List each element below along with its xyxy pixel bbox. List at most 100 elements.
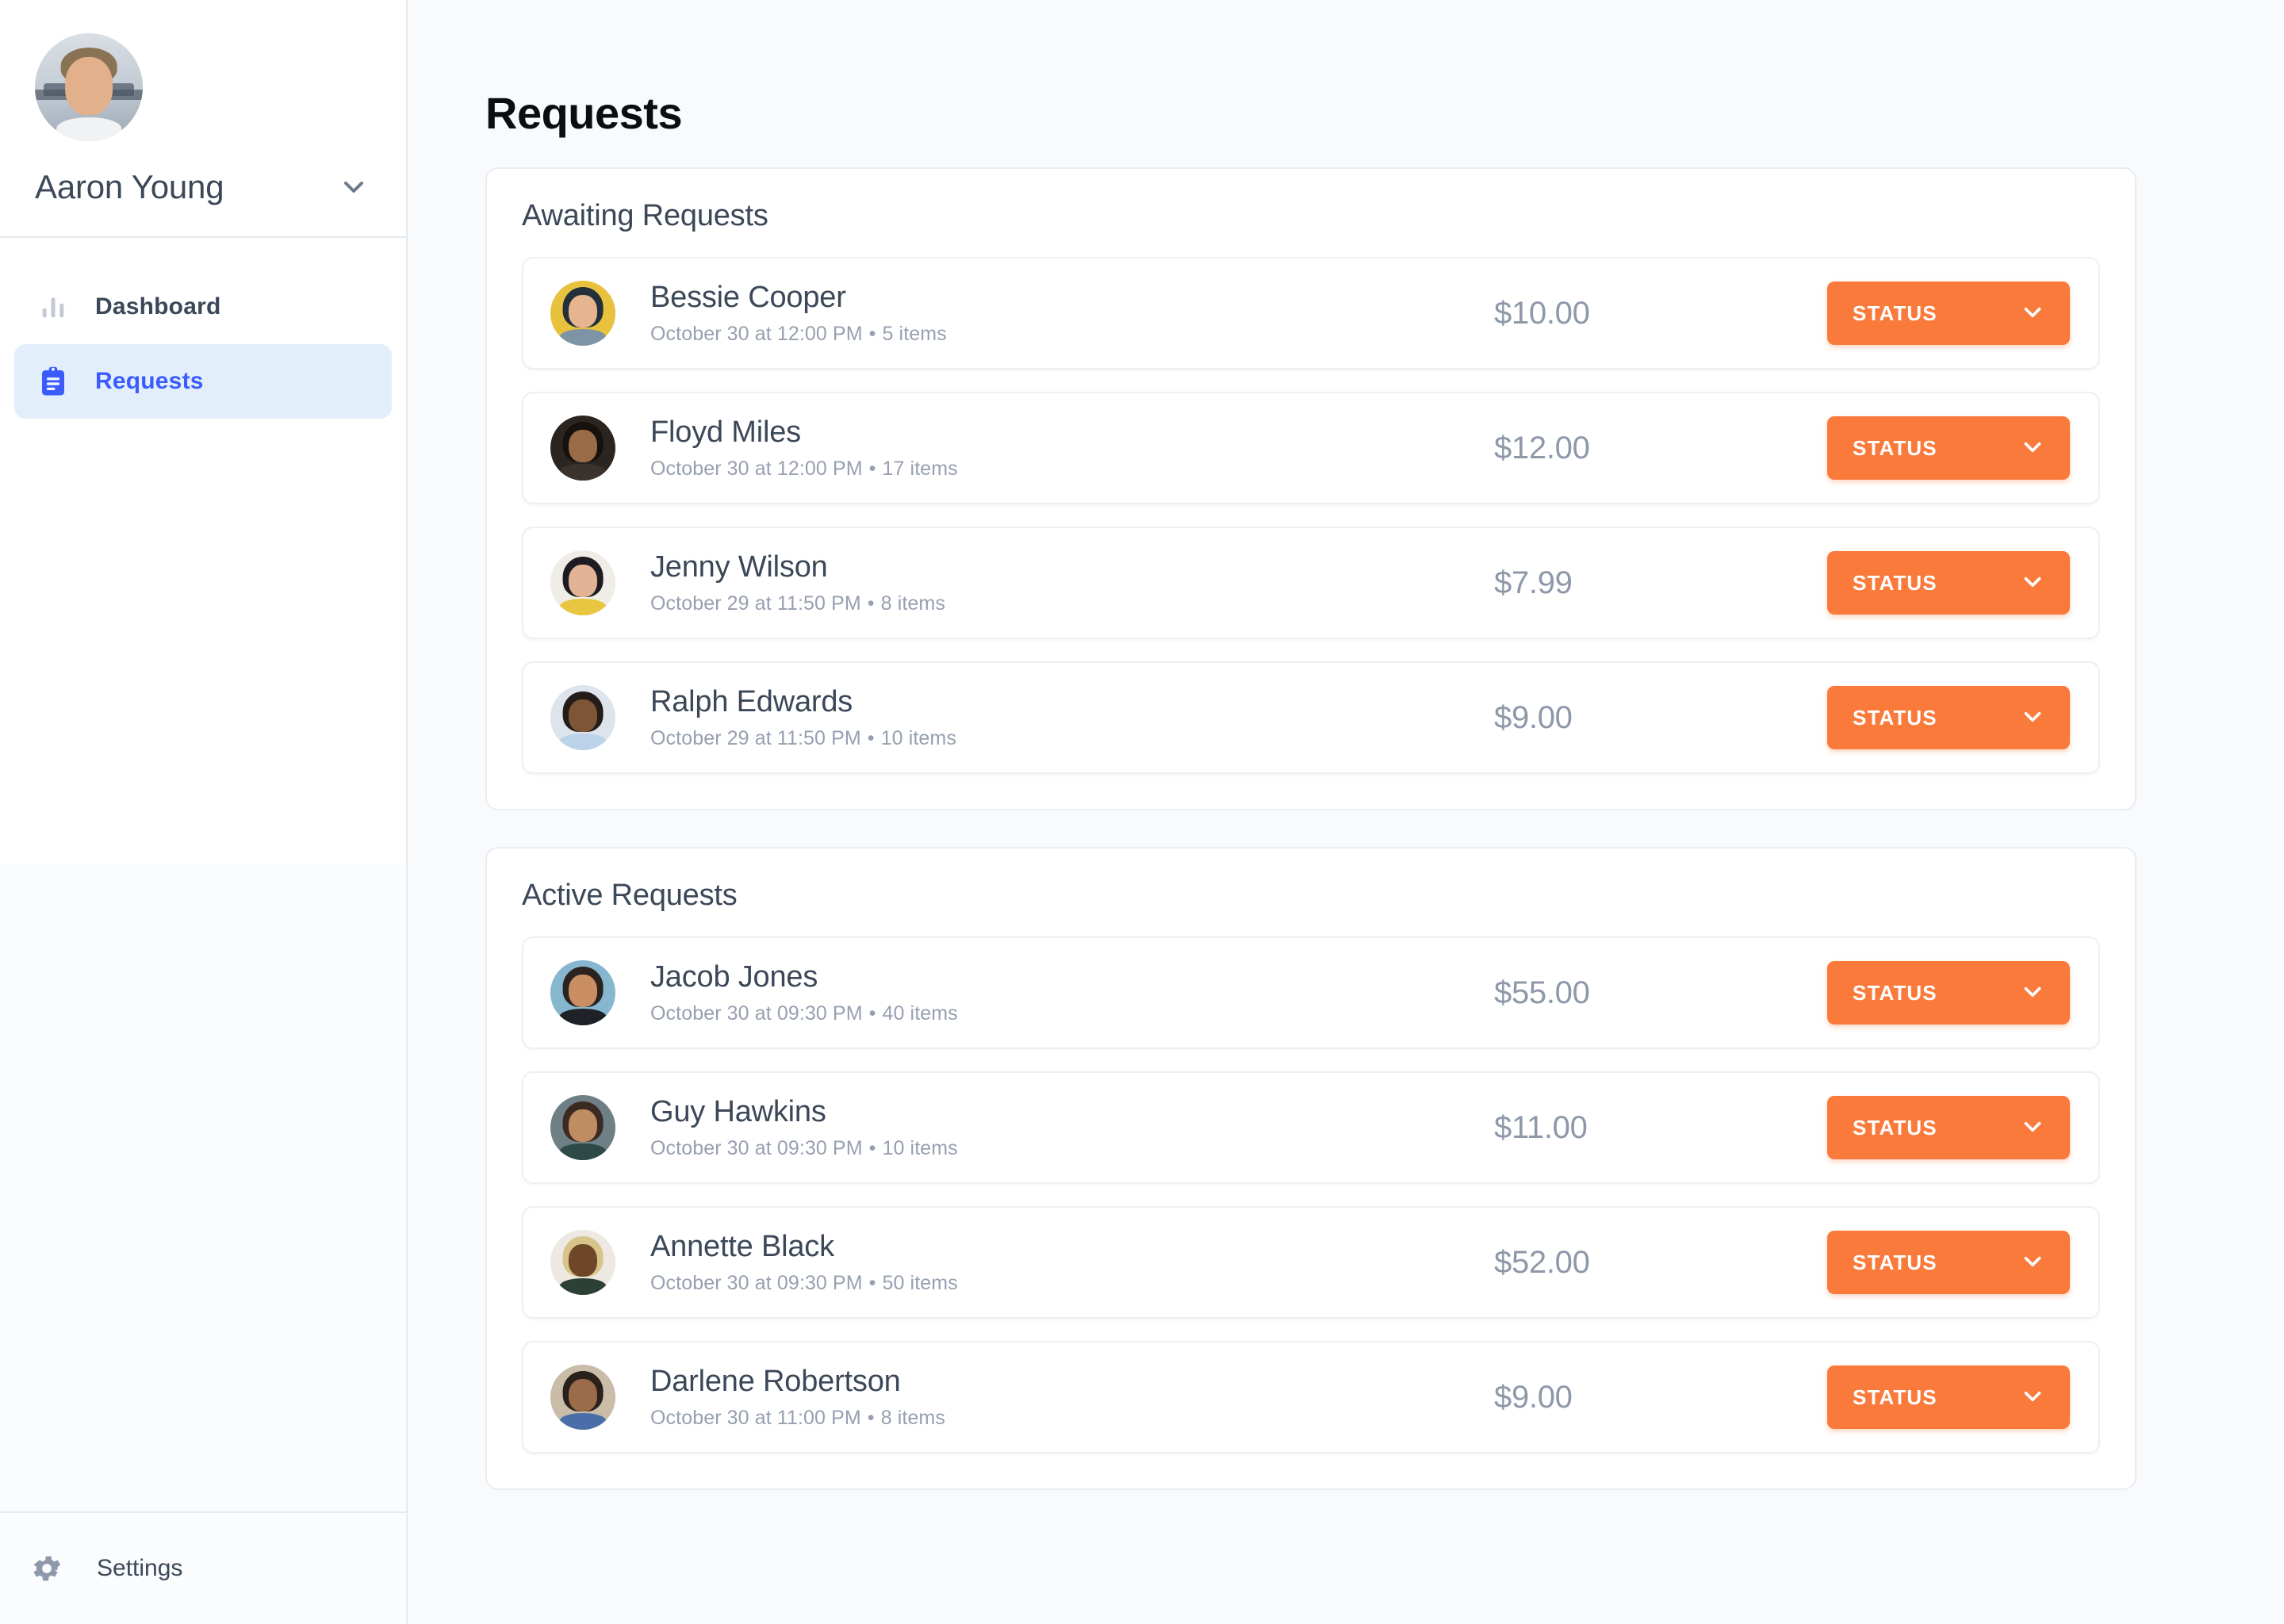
- status-button[interactable]: STATUS: [1827, 1365, 2070, 1429]
- sidebar: Aaron Young Dashboard Requests Settings: [0, 0, 408, 1624]
- request-amount: $9.00: [1494, 1379, 1573, 1415]
- request-meta: October 29 at 11:50 PM • 10 items: [650, 719, 1494, 750]
- request-row[interactable]: Jacob Jones October 30 at 09:30 PM • 40 ite…: [522, 936, 2100, 1049]
- requester-name: Ralph Edwards: [650, 684, 853, 718]
- chevron-down-icon: [2019, 1383, 2046, 1412]
- meta-separator: •: [868, 458, 876, 481]
- request-items: 8 items: [880, 592, 945, 615]
- request-meta: October 30 at 11:00 PM • 8 items: [650, 1399, 1494, 1430]
- request-info: Darlene Robertson October 30 at 11:00 PM •…: [615, 1365, 1494, 1431]
- meta-separator: •: [868, 1137, 876, 1160]
- chevron-down-icon: [2019, 979, 2046, 1008]
- request-info: Bessie Cooper October 30 at 12:00 PM • 5 it…: [615, 281, 1494, 347]
- section-card: Awaiting Requests Bessie Cooper October 30…: [485, 167, 2136, 810]
- status-button-label: STATUS: [1853, 570, 1937, 595]
- chevron-down-icon: [2019, 1113, 2046, 1143]
- meta-separator: •: [868, 1272, 876, 1295]
- request-items: 10 items: [880, 727, 956, 750]
- request-row[interactable]: Ralph Edwards October 29 at 11:50 PM • 10 i…: [522, 661, 2100, 774]
- clipboard-icon: [35, 363, 71, 400]
- meta-separator: •: [867, 1407, 875, 1430]
- request-meta: October 30 at 09:30 PM • 50 items: [650, 1264, 1494, 1295]
- status-button-label: STATUS: [1853, 1250, 1937, 1274]
- requester-name: Annette Black: [650, 1229, 834, 1263]
- status-button[interactable]: STATUS: [1827, 416, 2070, 480]
- chevron-down-icon: [2019, 569, 2046, 598]
- request-date: October 30 at 09:30 PM: [650, 1272, 863, 1295]
- meta-separator: •: [868, 323, 876, 346]
- gear-icon: [29, 1550, 65, 1587]
- avatar-art: [550, 685, 615, 750]
- requester-name: Jenny Wilson: [650, 550, 828, 584]
- user-name: Aaron Young: [35, 168, 224, 205]
- request-info: Annette Black October 30 at 09:30 PM • 50 i…: [615, 1230, 1494, 1296]
- meta-separator: •: [867, 592, 875, 615]
- request-meta: October 30 at 09:30 PM • 10 items: [650, 1129, 1494, 1160]
- requester-name: Guy Hawkins: [650, 1094, 826, 1128]
- sidebar-item-settings[interactable]: Settings: [0, 1513, 406, 1624]
- status-button[interactable]: STATUS: [1827, 1096, 2070, 1159]
- status-button-label: STATUS: [1853, 435, 1937, 460]
- status-button[interactable]: STATUS: [1827, 282, 2070, 345]
- user-menu[interactable]: Aaron Young: [35, 141, 371, 236]
- request-items: 40 items: [882, 1002, 958, 1025]
- request-date: October 29 at 11:50 PM: [650, 592, 861, 615]
- request-date: October 30 at 09:30 PM: [650, 1002, 863, 1025]
- main-content: Requests Awaiting Requests Bessie Cooper O…: [408, 0, 2284, 1624]
- sidebar-nav: Dashboard Requests: [0, 238, 406, 864]
- request-info: Ralph Edwards October 29 at 11:50 PM • 10 i…: [615, 685, 1494, 751]
- chevron-down-icon: [2019, 703, 2046, 733]
- request-info: Guy Hawkins October 30 at 09:30 PM • 10 ite…: [615, 1095, 1494, 1161]
- request-date: October 30 at 12:00 PM: [650, 458, 863, 481]
- request-meta: October 29 at 11:50 PM • 8 items: [650, 584, 1494, 615]
- settings-label: Settings: [97, 1555, 183, 1581]
- status-button-label: STATUS: [1853, 301, 1937, 325]
- avatar: [550, 1095, 615, 1160]
- request-meta: October 30 at 12:00 PM • 17 items: [650, 450, 1494, 481]
- avatar: [550, 416, 615, 481]
- avatar: [550, 1230, 615, 1295]
- request-amount: $52.00: [1494, 1244, 1590, 1280]
- avatar: [550, 550, 615, 615]
- status-button[interactable]: STATUS: [1827, 1231, 2070, 1294]
- sidebar-item-label: Requests: [95, 368, 204, 394]
- avatar-art: [550, 281, 615, 346]
- request-items: 8 items: [880, 1407, 945, 1430]
- request-row[interactable]: Guy Hawkins October 30 at 09:30 PM • 10 ite…: [522, 1071, 2100, 1184]
- request-info: Jacob Jones October 30 at 09:30 PM • 40 ite…: [615, 960, 1494, 1026]
- request-row[interactable]: Floyd Miles October 30 at 12:00 PM • 17 ite…: [522, 392, 2100, 504]
- avatar: [550, 960, 615, 1025]
- request-items: 5 items: [882, 323, 947, 346]
- requester-name: Jacob Jones: [650, 959, 818, 994]
- app-root: Aaron Young Dashboard Requests Settings …: [0, 0, 2284, 1624]
- status-button[interactable]: STATUS: [1827, 961, 2070, 1025]
- request-items: 50 items: [882, 1272, 958, 1295]
- meta-separator: •: [868, 1002, 876, 1025]
- request-row[interactable]: Darlene Robertson October 30 at 11:00 PM •…: [522, 1341, 2100, 1454]
- request-row[interactable]: Jenny Wilson October 29 at 11:50 PM • 8 ite…: [522, 527, 2100, 639]
- sidebar-spacer: [0, 864, 406, 1511]
- sections-container: Awaiting Requests Bessie Cooper October 30…: [485, 167, 2136, 1490]
- status-button-label: STATUS: [1853, 705, 1937, 730]
- request-date: October 30 at 09:30 PM: [650, 1137, 863, 1160]
- sidebar-item-dashboard[interactable]: Dashboard: [14, 270, 392, 344]
- avatar-art: [35, 33, 143, 141]
- request-amount: $7.99: [1494, 565, 1573, 600]
- chevron-down-icon[interactable]: [336, 170, 371, 205]
- avatar: [550, 1365, 615, 1430]
- section-title: Active Requests: [522, 879, 738, 912]
- sidebar-item-requests[interactable]: Requests: [14, 344, 392, 419]
- sidebar-header: Aaron Young: [0, 0, 406, 236]
- chevron-down-icon: [2019, 299, 2046, 328]
- status-button[interactable]: STATUS: [1827, 686, 2070, 749]
- request-row[interactable]: Bessie Cooper October 30 at 12:00 PM • 5 it…: [522, 257, 2100, 370]
- status-button[interactable]: STATUS: [1827, 551, 2070, 615]
- chevron-down-icon: [2019, 434, 2046, 463]
- request-items: 17 items: [882, 458, 958, 481]
- avatar[interactable]: [35, 33, 143, 141]
- request-meta: October 30 at 09:30 PM • 40 items: [650, 994, 1494, 1025]
- sidebar-item-label: Dashboard: [95, 293, 221, 320]
- request-row[interactable]: Annette Black October 30 at 09:30 PM • 50 i…: [522, 1206, 2100, 1319]
- avatar-art: [550, 1095, 615, 1160]
- request-info: Jenny Wilson October 29 at 11:50 PM • 8 ite…: [615, 550, 1494, 616]
